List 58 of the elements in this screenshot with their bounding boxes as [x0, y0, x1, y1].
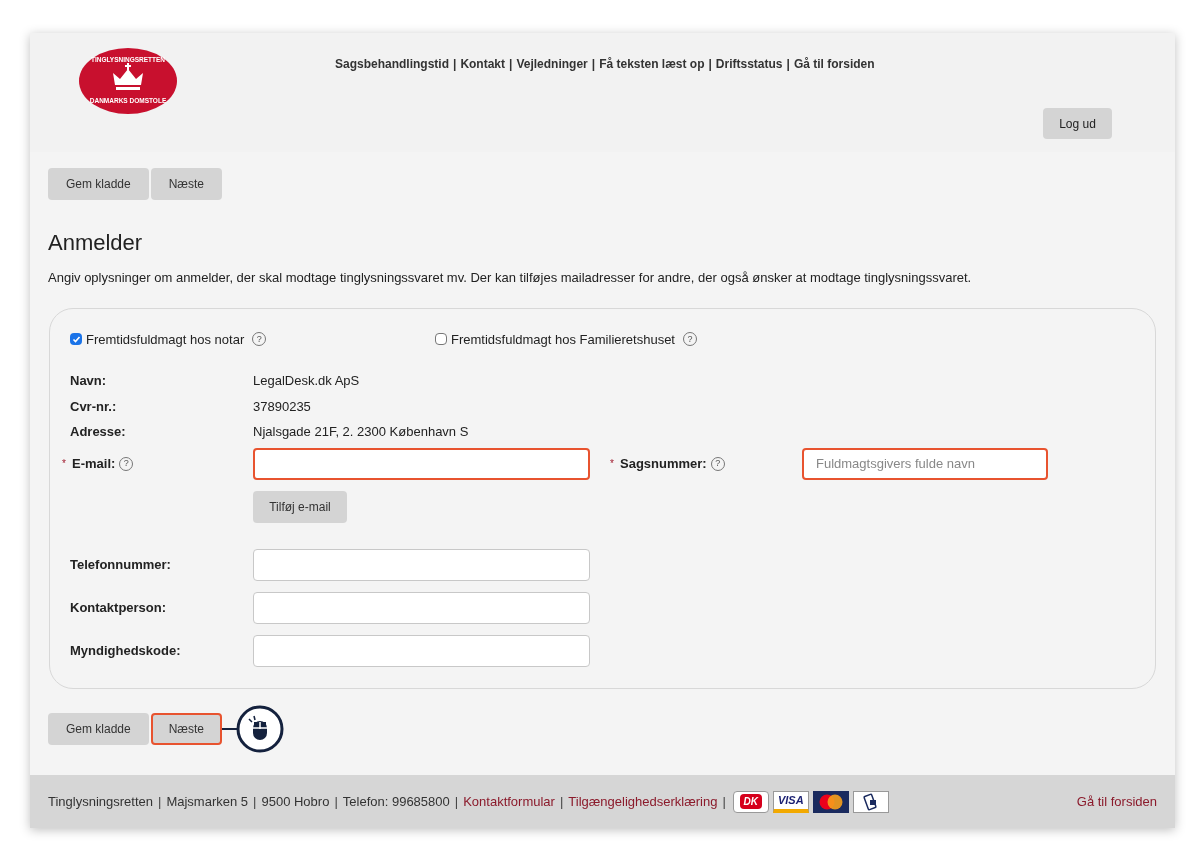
- info-label: Navn:: [70, 372, 108, 390]
- checkbox-label: Fremtidsfuldmagt hos Familieretshuset: [451, 330, 675, 349]
- mastercard-logo: [812, 790, 849, 813]
- field-label: E-mail:: [72, 454, 116, 473]
- checkbox[interactable]: [435, 333, 447, 346]
- text-field[interactable]: [253, 591, 590, 624]
- phone-payment-logo: [852, 790, 889, 813]
- info-value: Njalsgade 21F, 2. 2300 København S: [253, 423, 469, 441]
- nav-link[interactable]: Få teksten læst op: [599, 55, 705, 73]
- checkbox[interactable]: [70, 333, 82, 346]
- separator: |: [253, 792, 257, 811]
- nav-link[interactable]: Gå til forsiden: [793, 55, 875, 73]
- add-email-button[interactable]: Tilføj e-mail: [253, 490, 347, 523]
- action-button[interactable]: Næste: [150, 712, 223, 745]
- footer-link[interactable]: Tilgængelighedserklæring: [568, 791, 718, 812]
- info-value: LegalDesk.dk ApS: [253, 372, 360, 390]
- text-field[interactable]: Fuldmagtsgivers fulde navn: [802, 447, 1048, 480]
- separator: |: [509, 56, 513, 73]
- text-field[interactable]: [253, 447, 590, 480]
- separator: |: [722, 792, 726, 811]
- home-link[interactable]: Gå til forsiden: [1076, 791, 1157, 812]
- checkbox-label: Fremtidsfuldmagt hos notar: [86, 330, 245, 349]
- text-field[interactable]: [253, 548, 590, 581]
- field-label: Sagsnummer:: [620, 454, 707, 473]
- nav-link[interactable]: Vejledninger: [516, 55, 588, 73]
- nav-link[interactable]: Kontakt: [460, 55, 506, 73]
- nav-link[interactable]: Sagsbehandlingstid: [335, 55, 449, 73]
- text-field[interactable]: [253, 634, 590, 667]
- required-asterisk: *: [62, 457, 67, 471]
- page-title: Anmelder: [48, 229, 144, 257]
- separator: |: [158, 792, 162, 811]
- footer-text: Majsmarken 5: [166, 792, 249, 811]
- required-asterisk: *: [610, 457, 615, 471]
- action-button[interactable]: Gem kladde: [48, 712, 149, 745]
- footer-text: 9500 Hobro: [261, 792, 330, 811]
- separator: |: [708, 56, 712, 73]
- separator: |: [454, 792, 459, 811]
- description-text: Angiv oplysninger om anmelder, der skal modtage tinglysningssvaret mv. Der kan tilføjes mailadresser for andre, der også ønsker at modtage tinglysningssvaret.: [48, 269, 973, 287]
- field-label: Telefonnummer:: [70, 555, 172, 574]
- logout-button[interactable]: Log ud: [1043, 108, 1112, 139]
- info-value: 37890235: [253, 397, 311, 416]
- info-label: Adresse:: [70, 423, 127, 441]
- separator: |: [334, 792, 338, 811]
- field-label: Kontaktperson:: [70, 598, 168, 617]
- separator: |: [559, 792, 564, 811]
- field-label: Myndighedskode:: [70, 641, 182, 660]
- dankort-logo: DK: [732, 790, 769, 813]
- footer-text: Telefon: 99685800: [342, 792, 450, 811]
- separator: |: [591, 56, 596, 73]
- nav-link[interactable]: Driftsstatus: [715, 55, 783, 73]
- visa-logo: VISA: [772, 790, 809, 813]
- separator: |: [786, 56, 790, 73]
- action-button[interactable]: Næste: [150, 168, 223, 200]
- info-label: Cvr-nr.:: [70, 397, 118, 416]
- separator: |: [453, 56, 457, 73]
- footer-link[interactable]: Kontaktformular: [463, 791, 555, 812]
- action-button[interactable]: Gem kladde: [48, 168, 149, 200]
- footer-text: Tinglysningsretten: [48, 792, 153, 811]
